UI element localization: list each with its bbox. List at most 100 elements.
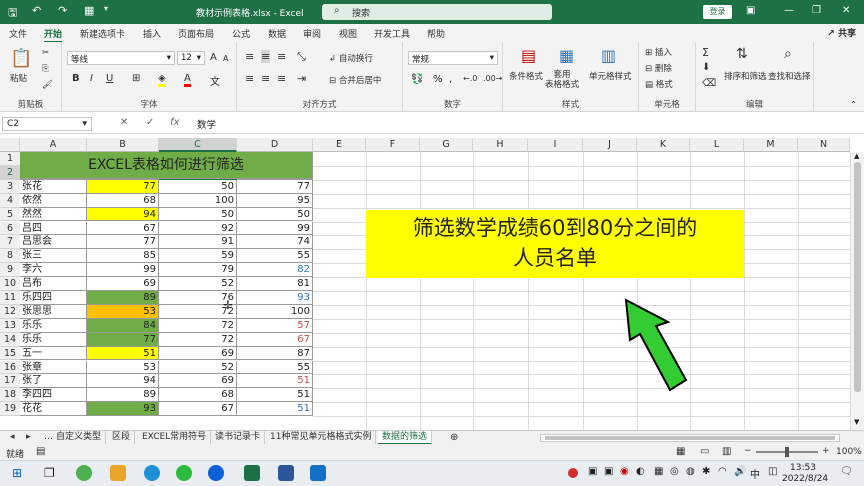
sort-filter-button[interactable]: 排序和筛选 [724, 70, 767, 82]
notification-icon[interactable]: 🗨 [840, 466, 853, 477]
record-icon[interactable] [568, 468, 578, 478]
score-cell[interactable]: 93 [237, 291, 313, 305]
name-cell[interactable]: 张章 [20, 360, 87, 375]
row-header[interactable]: 11 [0, 291, 20, 305]
scroll-down-icon[interactable]: ▼ [854, 418, 859, 426]
app-icon-blue[interactable] [208, 465, 224, 481]
search-box[interactable]: ⌕ 搜索 [322, 4, 552, 20]
form-icon[interactable]: ▦ [84, 4, 94, 17]
zoom-level[interactable]: 100% [836, 447, 862, 457]
score-cell[interactable]: 72 [159, 332, 237, 347]
bold-button[interactable]: B [72, 73, 80, 84]
ribbon-display-icon[interactable]: ▣ [746, 5, 755, 16]
sheet-title-cell[interactable]: EXCEL表格如何进行筛选 [20, 152, 313, 179]
format-button[interactable]: ▤ 格式 [645, 78, 673, 90]
row-header[interactable]: 18 [0, 388, 20, 403]
name-cell[interactable]: 吕布 [20, 277, 87, 291]
score-cell[interactable]: 89 [87, 291, 159, 305]
increase-decimal-icon[interactable]: ←.0 [463, 74, 477, 83]
font-name-select[interactable]: 等线 ▾ [67, 51, 175, 65]
score-cell[interactable]: 84 [87, 318, 159, 333]
column-header[interactable]: D [237, 138, 313, 152]
name-cell[interactable]: 张思思 [20, 304, 87, 319]
score-cell[interactable]: 94 [87, 207, 159, 222]
media-player-icon[interactable] [310, 465, 326, 481]
tab-review[interactable]: 审阅 [303, 27, 321, 40]
bluetooth-icon[interactable]: ✱ [702, 466, 710, 477]
score-cell[interactable]: 77 [87, 332, 159, 347]
wifi-icon[interactable]: ◠ [718, 466, 727, 477]
sheet-tab-active[interactable]: 数据的筛选 [378, 431, 433, 445]
italic-button[interactable]: I [90, 73, 93, 84]
font-color-icon[interactable]: A [184, 73, 191, 87]
name-cell[interactable]: 张花 [20, 179, 87, 194]
insert-button[interactable]: ⊞ 插入 [645, 46, 672, 58]
row-header[interactable]: 4 [0, 193, 20, 208]
ime-indicator[interactable]: 中 [750, 466, 760, 481]
fill-icon[interactable]: ⬇ [702, 62, 710, 73]
cell-styles-button[interactable]: 单元格样式 [589, 70, 632, 82]
score-cell[interactable]: 95 [237, 193, 313, 208]
tray-icon[interactable]: ◐ [636, 466, 645, 477]
cancel-icon[interactable]: ✕ [120, 117, 128, 128]
undo-icon[interactable]: ↶ [32, 4, 41, 17]
tray-icon[interactable]: ◉ [620, 466, 629, 477]
score-cell[interactable]: 94 [87, 374, 159, 389]
column-header[interactable]: C [159, 138, 237, 152]
column-header[interactable]: A [20, 138, 87, 152]
row-header[interactable]: 7 [0, 235, 20, 250]
name-cell[interactable]: 张三 [20, 249, 87, 264]
score-cell[interactable]: 87 [237, 346, 313, 361]
select-all[interactable] [0, 138, 20, 152]
formula-content[interactable]: 数学 [197, 117, 216, 131]
find-select-button[interactable]: 查找和选择 [768, 70, 811, 82]
collapse-ribbon-icon[interactable]: ⌃ [850, 100, 857, 110]
underline-button[interactable]: U [106, 73, 113, 84]
score-cell[interactable]: 53 [87, 304, 159, 319]
name-box[interactable]: C2 ▾ [2, 117, 92, 131]
name-cell[interactable]: 五一 [20, 346, 87, 361]
wechat-icon[interactable] [176, 465, 192, 481]
name-cell[interactable]: 吕思会 [20, 235, 87, 250]
score-cell[interactable]: 53 [87, 360, 159, 375]
score-cell[interactable]: 74 [237, 235, 313, 250]
score-cell[interactable]: 51 [237, 374, 313, 389]
number-format-select[interactable]: 常规 ▾ [408, 51, 498, 65]
sheet-tab[interactable]: 11种常见单元格格式实例 [266, 431, 377, 445]
prev-sheet-icon[interactable]: ◂ [6, 431, 19, 445]
score-cell[interactable]: 93 [87, 402, 159, 417]
word-icon[interactable] [278, 465, 294, 481]
align-bottom-icon[interactable]: ≡ [277, 50, 286, 63]
score-cell[interactable]: 67 [159, 402, 237, 417]
volume-icon[interactable]: 🔊 [734, 466, 746, 477]
score-cell[interactable]: 67 [87, 221, 159, 236]
border-icon[interactable]: ⊞ [132, 73, 140, 84]
score-cell[interactable]: 77 [87, 179, 159, 194]
score-cell[interactable]: 50 [237, 207, 313, 222]
cut-icon[interactable]: ✂ [42, 48, 49, 58]
decrease-decimal-icon[interactable]: .00→ [483, 74, 502, 83]
name-cell[interactable]: 李六 [20, 263, 87, 278]
fill-color-icon[interactable]: ◈ [158, 73, 166, 87]
score-cell[interactable]: 99 [87, 263, 159, 278]
task-view-icon[interactable]: ❐ [44, 466, 55, 480]
column-header[interactable]: I [528, 138, 583, 152]
redo-icon[interactable]: ↷ [58, 4, 67, 17]
name-cell[interactable]: 乐四四 [20, 291, 87, 305]
tab-new[interactable]: 新建选项卡 [80, 27, 125, 40]
column-header[interactable]: G [420, 138, 473, 152]
row-header[interactable]: 6 [0, 221, 20, 236]
tab-file[interactable]: 文件 [9, 27, 27, 40]
restore-icon[interactable]: ❐ [812, 5, 821, 16]
score-cell[interactable]: 100 [159, 193, 237, 208]
sheet-tab[interactable]: 读书记录卡 [211, 431, 266, 445]
row-header[interactable]: 1 [0, 152, 20, 166]
tray-icon[interactable]: ◎ [670, 466, 679, 477]
align-center-icon[interactable]: ≡ [261, 72, 270, 85]
tray-icon[interactable]: ◫ [768, 466, 777, 477]
tab-page-layout[interactable]: 页面布局 [178, 27, 214, 40]
score-cell[interactable]: 99 [237, 221, 313, 236]
name-cell[interactable]: 李四四 [20, 388, 87, 403]
row-header[interactable]: 15 [0, 346, 20, 361]
column-header[interactable]: B [87, 138, 159, 152]
